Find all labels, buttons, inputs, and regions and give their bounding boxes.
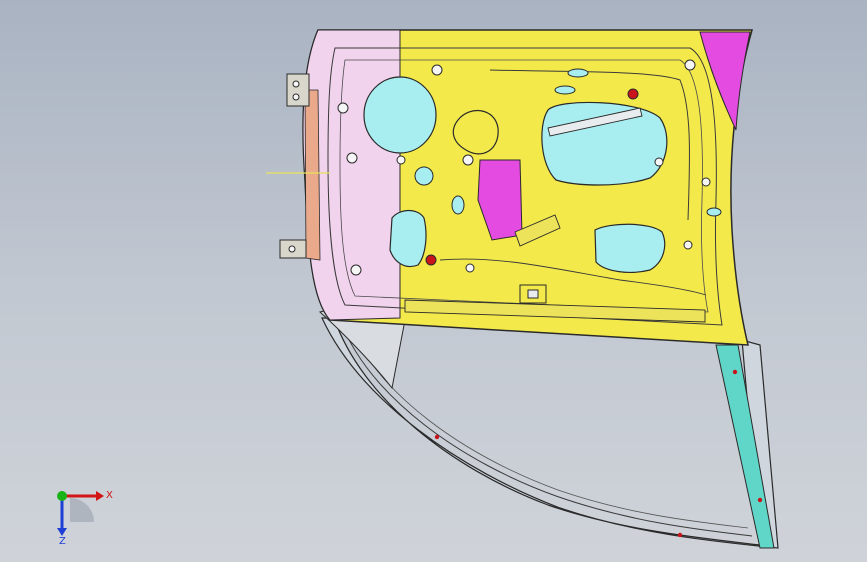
lower-hinge-bracket[interactable] bbox=[279, 239, 307, 259]
z-axis-arrowhead bbox=[57, 528, 67, 536]
bolt-hole bbox=[462, 154, 474, 166]
x-axis-arrowhead bbox=[96, 491, 104, 501]
x-axis-label: X bbox=[106, 490, 113, 501]
small-hole bbox=[567, 68, 589, 78]
bolt-hole bbox=[396, 155, 406, 165]
red-marker bbox=[757, 497, 763, 503]
bolt-hole bbox=[431, 64, 443, 76]
small-hole bbox=[451, 195, 465, 215]
window-frame-inner-rail-2 bbox=[347, 321, 749, 529]
red-marker bbox=[732, 369, 738, 375]
door-inner-panel[interactable] bbox=[302, 29, 753, 346]
red-marker bbox=[677, 532, 683, 538]
triad-shadow bbox=[70, 498, 94, 522]
red-marker bbox=[425, 254, 437, 266]
speaker-hole[interactable] bbox=[363, 76, 437, 154]
bolt-hole bbox=[683, 240, 693, 250]
hinge-bolt bbox=[288, 245, 296, 253]
hinge-side-flange bbox=[304, 89, 321, 261]
small-hole bbox=[414, 166, 434, 186]
bolt-hole bbox=[346, 152, 358, 164]
access-hole-left[interactable] bbox=[389, 209, 427, 268]
bolt-hole bbox=[654, 157, 664, 167]
hinge-plate bbox=[286, 73, 310, 107]
bolt-hole bbox=[350, 264, 362, 276]
hinge-bolt bbox=[292, 93, 300, 101]
hinge-bolt bbox=[292, 80, 300, 88]
bolt-hole bbox=[465, 263, 475, 273]
z-axis-label: Z bbox=[59, 536, 66, 544]
small-hole bbox=[554, 85, 576, 95]
coordinate-triad: X Z bbox=[57, 490, 113, 544]
bolt-hole bbox=[684, 59, 696, 71]
red-marker bbox=[434, 434, 440, 440]
access-hole-upper[interactable] bbox=[541, 101, 668, 186]
access-hole-lower[interactable] bbox=[594, 223, 666, 273]
bolt-hole bbox=[337, 102, 349, 114]
small-hole bbox=[706, 207, 722, 217]
cad-viewport[interactable] bbox=[0, 0, 867, 562]
upper-hinge-bracket[interactable] bbox=[286, 73, 310, 107]
latch-cutout-inner bbox=[527, 289, 539, 299]
bolt-hole bbox=[701, 177, 711, 187]
red-marker bbox=[627, 88, 639, 100]
y-axis-dot bbox=[57, 491, 67, 501]
